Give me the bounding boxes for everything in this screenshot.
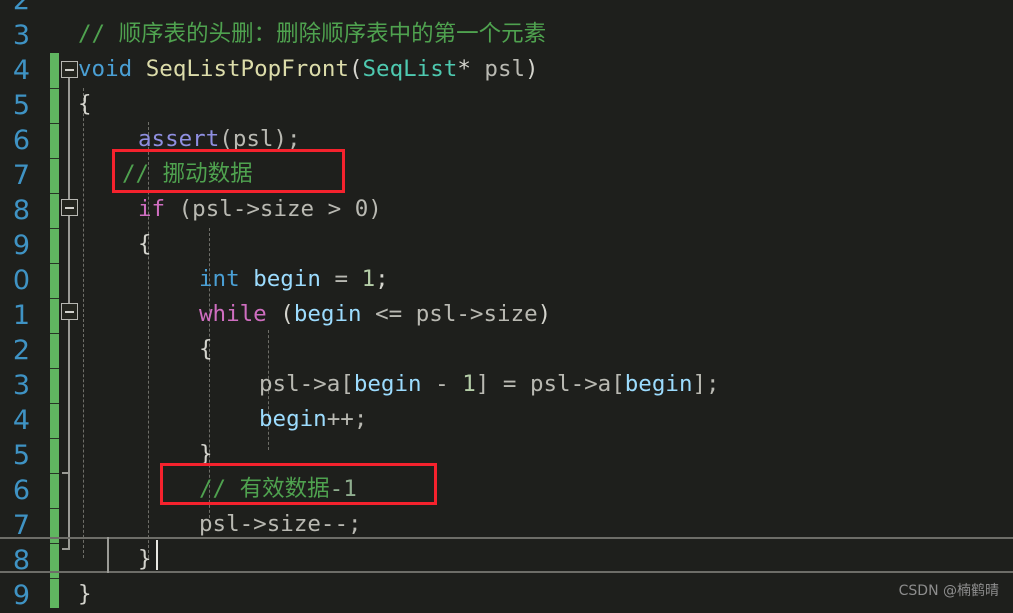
open-brace: {: [78, 91, 92, 117]
code-line-15[interactable]: }: [0, 437, 1013, 472]
member-access: psl->size: [415, 301, 538, 327]
member-access: psl->a[: [529, 371, 625, 397]
semicolon: ;: [375, 266, 389, 292]
comment-text: 挪动数据: [162, 161, 253, 187]
variable-begin: begin: [259, 406, 327, 432]
close-brace: }: [199, 441, 213, 467]
assign-operator: =: [320, 266, 362, 292]
variable-begin: begin: [353, 371, 422, 397]
compare-operator: <=: [361, 301, 416, 327]
csdn-watermark: CSDN @楠鹤晴: [898, 583, 999, 599]
keyword-int: int: [199, 266, 240, 292]
function-name: SeqListPopFront: [145, 56, 349, 82]
code-line-6[interactable]: assert(psl);: [0, 122, 1013, 157]
variable-begin: begin: [624, 371, 693, 397]
code-line-12[interactable]: {: [0, 332, 1013, 367]
number-literal: 1: [462, 371, 476, 397]
comment-slashes: //: [122, 161, 163, 187]
pointer-star: *: [457, 56, 471, 82]
increment-operator: ++;: [326, 406, 368, 432]
close-brace: }: [138, 546, 152, 572]
comment-text: 顺序表的头删：删除顺序表中的第一个元素: [118, 21, 547, 47]
code-line-13[interactable]: psl->a[begin - 1] = psl->a[begin];: [0, 367, 1013, 402]
code-editor[interactable]: 2 3 4 5 6 7 8 9 0 1 2 3 4 5 6 7 8 9 // 顺…: [0, 0, 1013, 611]
code-line-11[interactable]: while (begin <= psl->size): [0, 297, 1013, 332]
code-line-4[interactable]: void SeqListPopFront(SeqList* psl): [0, 52, 1013, 87]
code-line-14[interactable]: begin++;: [0, 402, 1013, 437]
paren-close: ): [537, 301, 552, 327]
code-line-7[interactable]: // 挪动数据: [0, 157, 1013, 192]
comment-text: 有效数据: [239, 476, 330, 502]
close-brace: }: [78, 581, 92, 607]
code-line-5[interactable]: {: [0, 87, 1013, 122]
code-line-18[interactable]: }: [0, 542, 1013, 577]
type-name: SeqList: [362, 56, 458, 82]
keyword-void: void: [78, 56, 133, 82]
variable-begin: begin: [253, 266, 321, 292]
variable-begin: begin: [293, 301, 362, 327]
code-line-10[interactable]: int begin = 1;: [0, 262, 1013, 297]
code-line-16[interactable]: // 有效数据-1: [0, 472, 1013, 507]
member-access: psl->a[: [259, 371, 354, 397]
member-decrement: psl->size--;: [199, 511, 362, 537]
macro-assert: assert: [138, 126, 220, 152]
keyword-while: while: [199, 301, 267, 327]
if-condition: (psl->size > 0): [165, 196, 382, 222]
code-line-2[interactable]: [0, 0, 1013, 17]
code-line-8[interactable]: if (psl->size > 0): [0, 192, 1013, 227]
assert-args: (psl);: [219, 126, 301, 152]
comment-number: -1: [329, 476, 357, 502]
open-brace: {: [138, 231, 152, 257]
code-line-17[interactable]: psl->size--;: [0, 507, 1013, 542]
open-brace: {: [199, 336, 213, 362]
comment-slashes: //: [78, 21, 119, 47]
comment-slashes: //: [199, 476, 240, 502]
code-line-3[interactable]: // 顺序表的头删：删除顺序表中的第一个元素: [0, 17, 1013, 52]
code-line-19[interactable]: }: [0, 577, 1013, 612]
paren-open: (: [266, 301, 294, 327]
statement-end: ];: [692, 371, 720, 397]
paren-close: ): [525, 56, 539, 82]
number-literal: 1: [361, 266, 376, 292]
assign-operator: ] =: [475, 371, 530, 397]
code-line-9[interactable]: {: [0, 227, 1013, 262]
param-name: psl: [484, 56, 526, 82]
keyword-if: if: [138, 196, 166, 222]
paren-open: (: [348, 56, 363, 82]
minus-operator: -: [421, 371, 463, 397]
